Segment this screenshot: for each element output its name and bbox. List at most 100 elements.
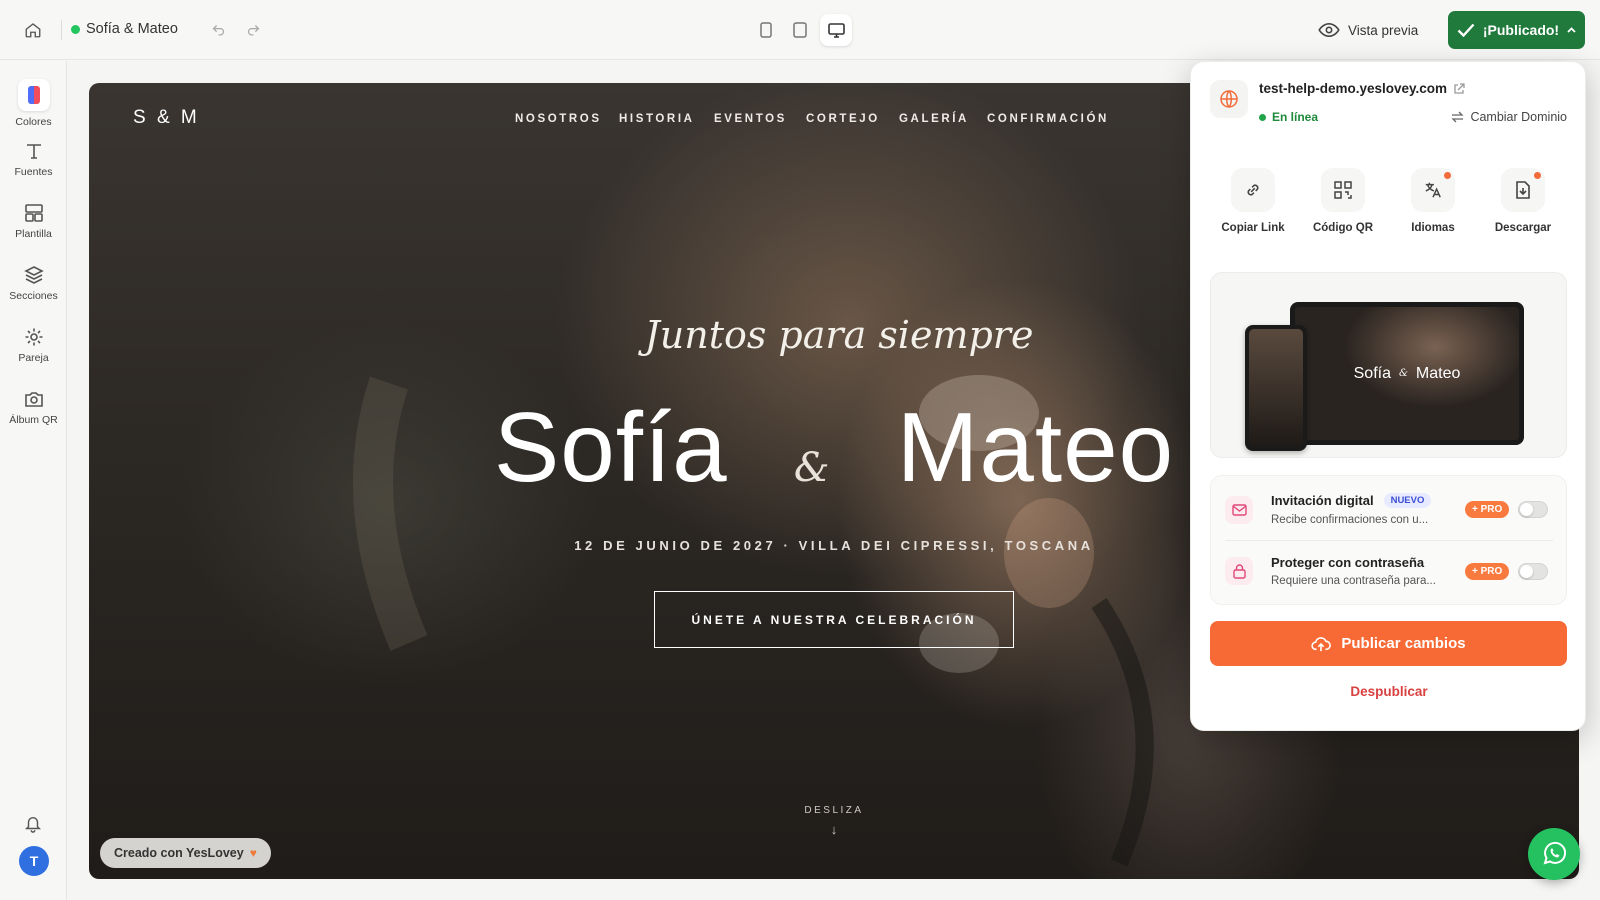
download-icon (1501, 168, 1545, 212)
online-dot (1259, 113, 1266, 121)
tablet-icon (793, 22, 807, 38)
new-badge: NUEVO (1383, 493, 1432, 508)
chevron-up-icon (1567, 27, 1576, 33)
notifications-button[interactable] (21, 812, 45, 836)
translate-icon (1411, 168, 1455, 212)
pro-badge: + PRO (1465, 563, 1510, 580)
sidebar-item-label: Colores (15, 116, 52, 128)
monitor-icon (827, 22, 845, 38)
redo-icon (247, 24, 259, 35)
phone-mockup (1245, 325, 1307, 451)
check-icon (1457, 23, 1475, 37)
avatar[interactable]: T (19, 846, 49, 876)
sidebar-item-label: Pareja (18, 352, 49, 364)
publish-panel: test-help-demo.yeslovey.com En línea Cam… (1190, 61, 1586, 731)
left-sidebar: Colores Fuentes Plantilla Secciones Pare… (0, 61, 67, 900)
online-status: En línea (1259, 110, 1318, 124)
pro-badge: + PRO (1465, 501, 1510, 518)
nav-galeria[interactable]: GALERÍA (899, 113, 969, 125)
action-label: Descargar (1494, 222, 1552, 234)
publish-label: Publicar cambios (1341, 635, 1466, 652)
globe-icon (1210, 80, 1248, 118)
gear-icon (25, 328, 42, 346)
feature-invitation-title: Invitación digital NUEVO (1271, 493, 1432, 508)
ampersand: & (793, 445, 831, 491)
mail-icon (1225, 496, 1253, 524)
site-logo[interactable]: S & M (133, 107, 200, 129)
top-bar: Sofía & Mateo Vista previa ¡Publicado! (0, 0, 1600, 60)
published-button[interactable]: ¡Publicado! (1448, 11, 1585, 49)
sidebar-item-secciones[interactable]: Secciones (0, 265, 67, 321)
swap-icon (1451, 111, 1465, 123)
whatsapp-icon (1543, 841, 1567, 865)
sidebar-item-label: Secciones (9, 290, 58, 302)
action-label: Código QR (1312, 222, 1374, 234)
sidebar-item-colores[interactable]: Colores (0, 79, 67, 135)
feature-title: Proteger con contraseña (1271, 555, 1425, 570)
change-domain-label: Cambiar Dominio (1470, 110, 1567, 124)
action-label: Idiomas (1411, 222, 1455, 234)
publish-changes-button[interactable]: Publicar cambios (1210, 621, 1567, 666)
languages-button[interactable]: Idiomas (1388, 168, 1478, 234)
layout-icon (24, 204, 43, 222)
sidebar-item-label: Álbum QR (9, 414, 58, 426)
lock-icon (1225, 557, 1253, 585)
change-domain-button[interactable]: Cambiar Dominio (1451, 110, 1567, 124)
invitation-toggle[interactable] (1518, 501, 1548, 518)
unpublish-button[interactable]: Despublicar (1191, 684, 1587, 699)
feature-desc: Recibe confirmaciones con u... (1271, 514, 1429, 526)
link-icon (1231, 168, 1275, 212)
preview-name-left: Sofía (1353, 364, 1391, 382)
scroll-label: DESLIZA (804, 805, 864, 816)
domain-text: test-help-demo.yeslovey.com (1259, 81, 1448, 96)
preview-label: Vista previa (1348, 22, 1419, 38)
heart-icon: ♥ (249, 846, 257, 860)
qr-code-button[interactable]: Código QR (1298, 168, 1388, 234)
home-button[interactable] (20, 17, 46, 43)
nav-confirmacion[interactable]: CONFIRMACIÓN (987, 113, 1109, 125)
type-icon (26, 144, 41, 159)
nav-eventos[interactable]: EVENTOS (714, 113, 787, 125)
feature-desc: Requiere una contraseña para... (1271, 575, 1436, 587)
preview-button[interactable]: Vista previa (1318, 17, 1418, 43)
cta-button[interactable]: ÚNETE A NUESTRA CELEBRACIÓN (654, 591, 1014, 648)
name-left: Sofía (493, 392, 728, 502)
home-icon (25, 23, 41, 38)
sidebar-item-album-qr[interactable]: Álbum QR (0, 389, 67, 445)
whatsapp-button[interactable] (1528, 828, 1580, 880)
desktop-view-button[interactable] (820, 14, 852, 46)
laptop-mockup: Sofía & Mateo (1290, 302, 1524, 445)
sidebar-item-label: Plantilla (15, 228, 52, 240)
copy-link-button[interactable]: Copiar Link (1208, 168, 1298, 234)
mobile-view-button[interactable] (752, 16, 780, 44)
name-right: Mateo (896, 392, 1175, 502)
preview-name-right: Mateo (1415, 364, 1461, 382)
password-toggle[interactable] (1518, 563, 1548, 580)
device-preview: Sofía & Mateo (1210, 272, 1567, 458)
nav-historia[interactable]: HISTORIA (619, 113, 695, 125)
undo-button[interactable] (206, 18, 230, 42)
sidebar-item-pareja[interactable]: Pareja (0, 327, 67, 383)
sidebar-item-fuentes[interactable]: Fuentes (0, 141, 67, 197)
phone-icon (760, 22, 772, 38)
cta-label: ÚNETE A NUESTRA CELEBRACIÓN (691, 612, 977, 627)
site-status-dot (71, 25, 80, 34)
feature-title: Invitación digital (1271, 493, 1374, 508)
yeslovey-badge[interactable]: Creado con YesLovey ♥ (100, 838, 271, 868)
download-button[interactable]: Descargar (1478, 168, 1568, 234)
divider (1225, 540, 1553, 541)
redo-button[interactable] (241, 18, 265, 42)
tablet-view-button[interactable] (786, 16, 814, 44)
online-label: En línea (1272, 110, 1319, 124)
nav-cortejo[interactable]: CORTEJO (806, 113, 880, 125)
badge-label: Creado con YesLovey (114, 846, 244, 860)
eye-icon (1318, 22, 1340, 38)
nav-nosotros[interactable]: NOSOTROS (515, 113, 602, 125)
sidebar-item-plantilla[interactable]: Plantilla (0, 203, 67, 259)
avatar-initial: T (29, 853, 39, 869)
features-card: Invitación digital NUEVO Recibe confirma… (1210, 475, 1567, 605)
domain-link[interactable]: test-help-demo.yeslovey.com (1259, 81, 1465, 96)
scroll-hint[interactable]: DESLIZA ↓ (89, 805, 1579, 837)
site-title[interactable]: Sofía & Mateo (86, 21, 178, 37)
palette-icon (17, 79, 50, 111)
